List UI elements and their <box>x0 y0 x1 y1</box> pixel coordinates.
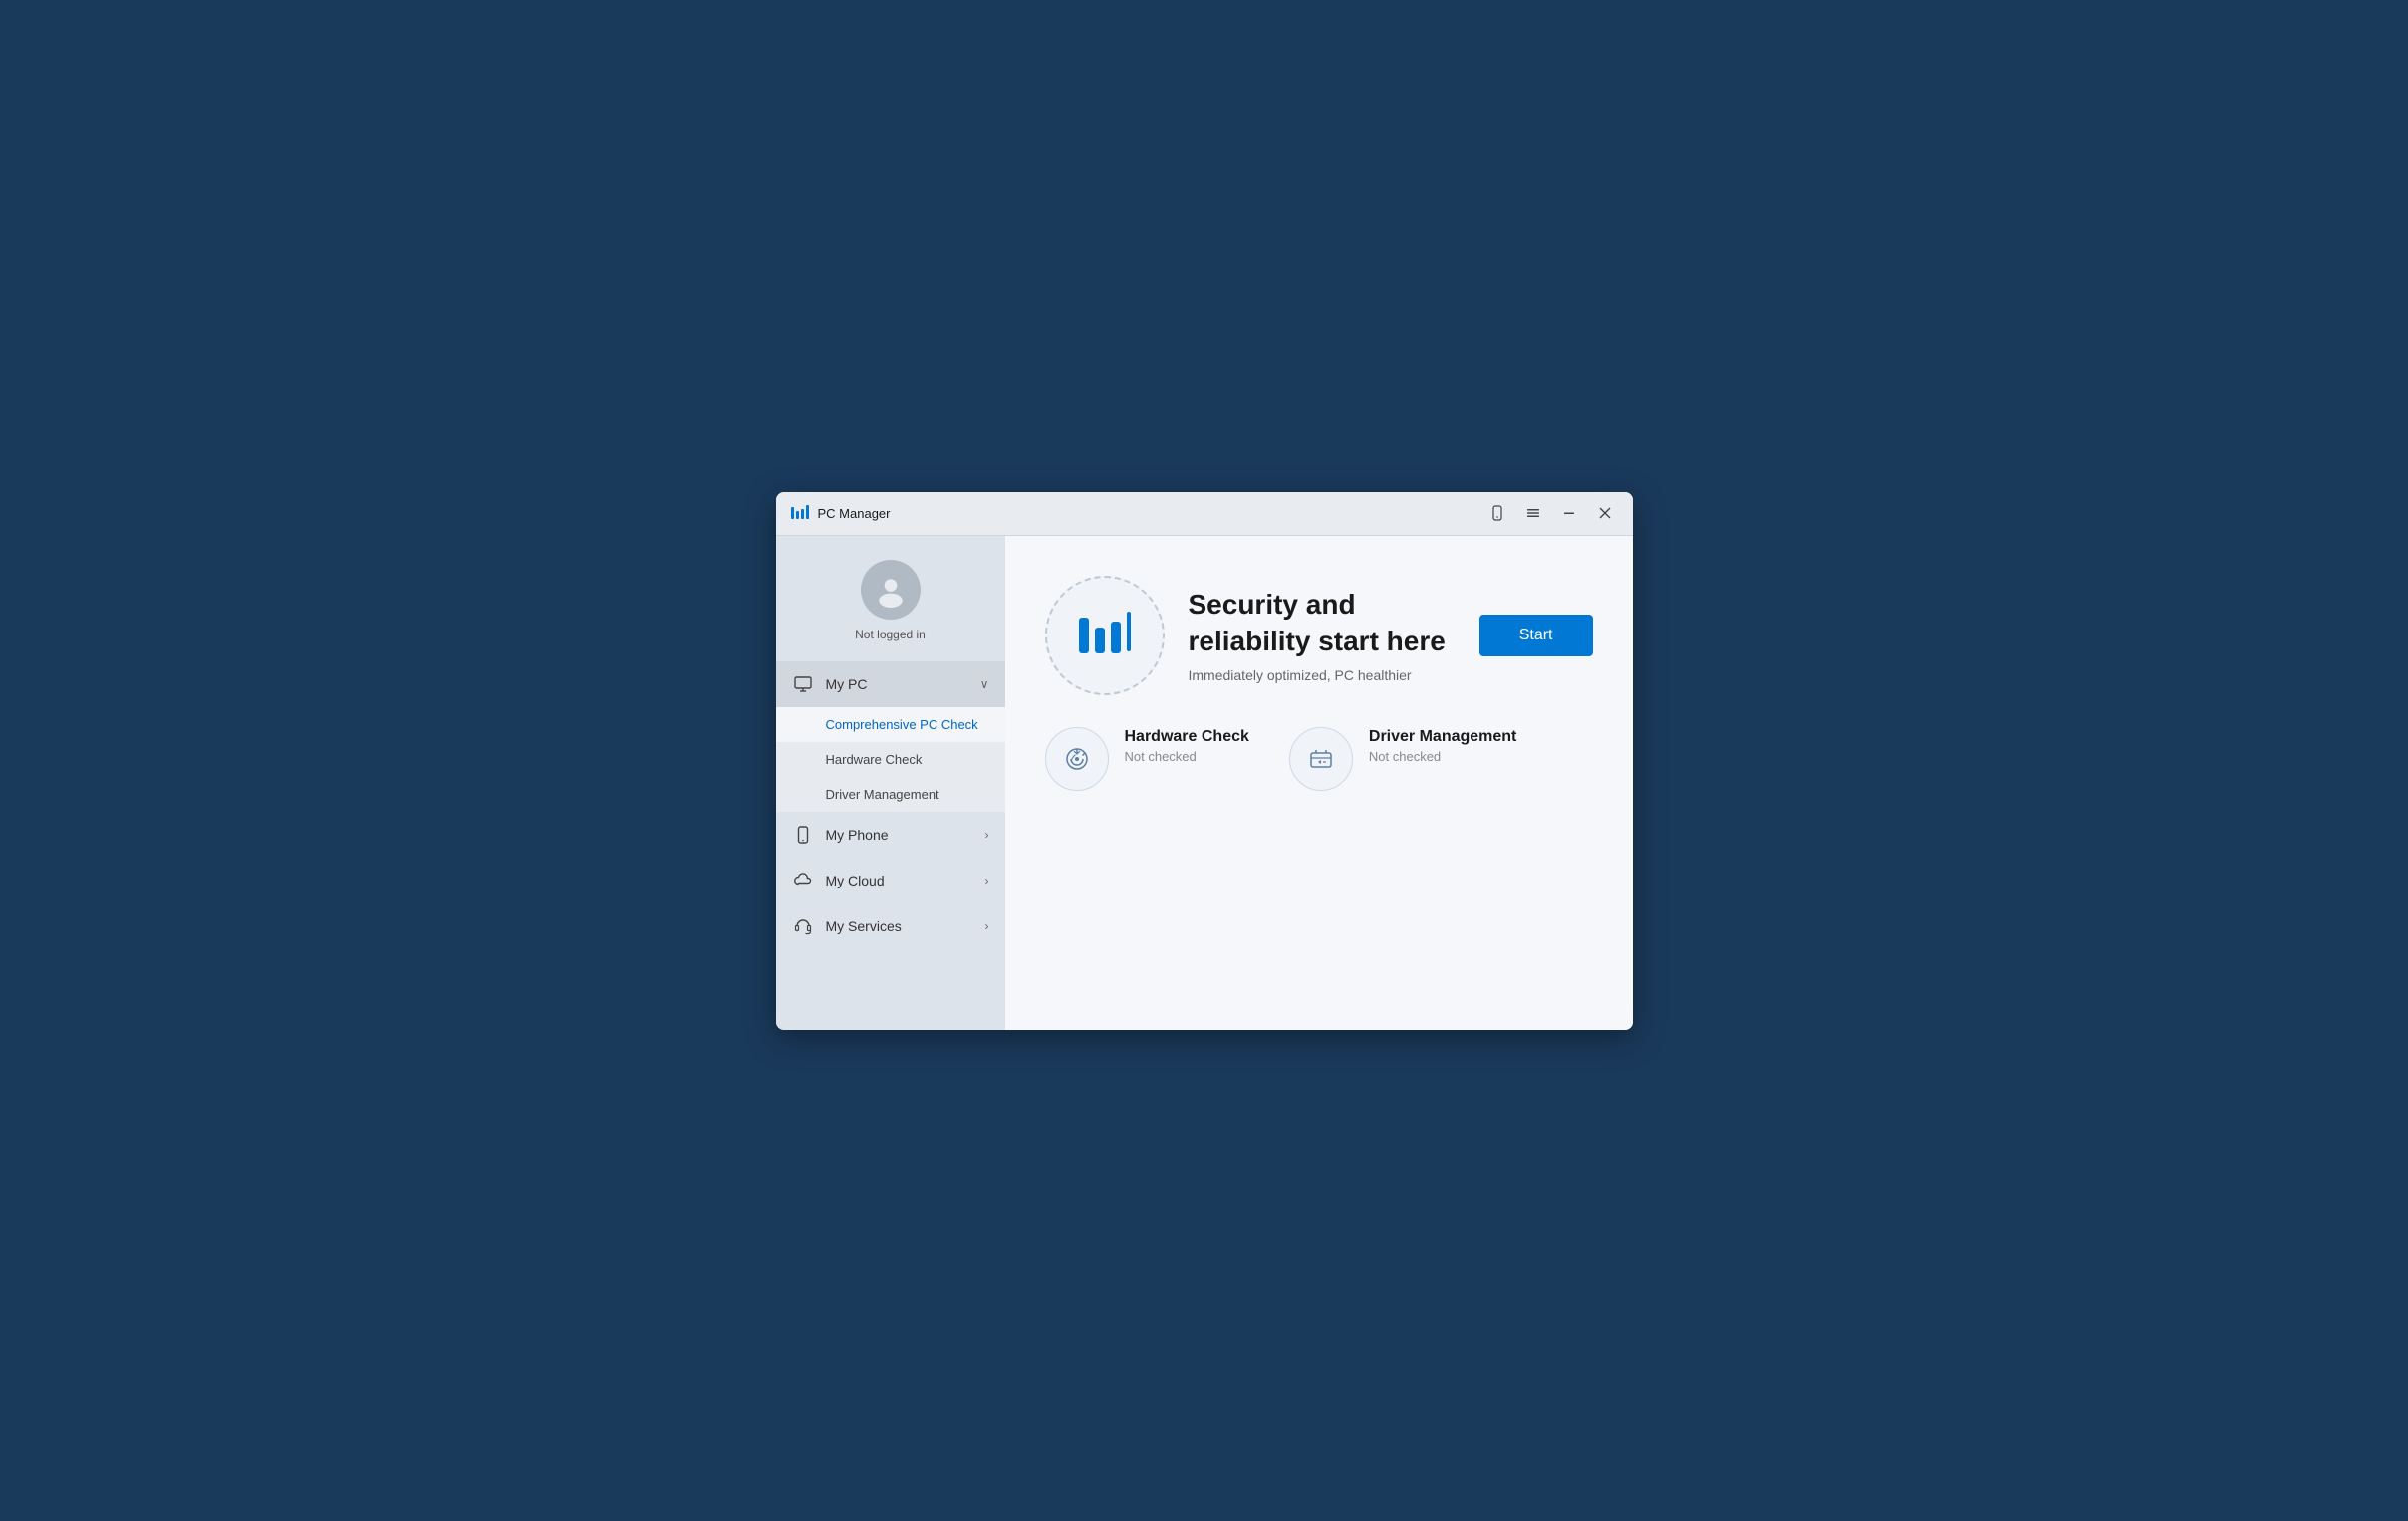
headset-icon <box>792 915 814 937</box>
driver-management-status: Not checked <box>1369 749 1517 764</box>
avatar <box>861 560 921 620</box>
menu-button[interactable] <box>1517 497 1549 529</box>
chevron-down-icon: ∨ <box>980 677 989 691</box>
sidebar-item-my-phone-label: My Phone <box>826 827 973 843</box>
user-status-label: Not logged in <box>855 628 926 641</box>
sidebar-item-comprehensive-pc-check[interactable]: Comprehensive PC Check <box>776 707 1005 742</box>
chevron-right-icon-services: › <box>985 919 989 933</box>
hardware-check-title: Hardware Check <box>1125 727 1249 748</box>
hero-logo-icon <box>1045 576 1165 695</box>
my-pc-subnav: Comprehensive PC Check Hardware Check Dr… <box>776 707 1005 812</box>
content-area: Security and reliability start here Imme… <box>1005 536 1633 1030</box>
main-layout: Not logged in My PC ∨ <box>776 536 1633 1030</box>
cards-section: Hardware Check Not checked <box>1045 727 1593 791</box>
start-button[interactable]: Start <box>1479 615 1593 656</box>
driver-management-card[interactable]: Driver Management Not checked <box>1289 727 1517 791</box>
hardware-check-info: Hardware Check Not checked <box>1125 727 1249 765</box>
monitor-icon <box>792 673 814 695</box>
sidebar: Not logged in My PC ∨ <box>776 536 1005 1030</box>
phone-button[interactable] <box>1481 497 1513 529</box>
driver-management-title: Driver Management <box>1369 727 1517 748</box>
close-button[interactable] <box>1589 497 1621 529</box>
title-bar: PC Manager <box>776 492 1633 536</box>
sidebar-item-my-pc-label: My PC <box>826 676 968 692</box>
driver-management-icon <box>1305 743 1337 775</box>
hero-title: Security and reliability start here <box>1189 587 1456 659</box>
user-section: Not logged in <box>776 552 1005 661</box>
phone-icon <box>792 824 814 846</box>
title-bar-controls <box>1481 497 1621 529</box>
sidebar-item-driver-management[interactable]: Driver Management <box>776 777 1005 812</box>
cloud-icon <box>792 870 814 891</box>
sidebar-item-my-phone[interactable]: My Phone › <box>776 812 1005 858</box>
hero-section: Security and reliability start here Imme… <box>1045 576 1593 695</box>
app-logo-icon <box>788 502 810 524</box>
app-title: PC Manager <box>818 506 891 521</box>
driver-management-info: Driver Management Not checked <box>1369 727 1517 765</box>
minimize-button[interactable] <box>1553 497 1585 529</box>
chevron-right-icon: › <box>985 828 989 842</box>
sidebar-item-my-pc[interactable]: My PC ∨ <box>776 661 1005 707</box>
sidebar-item-hardware-check[interactable]: Hardware Check <box>776 742 1005 777</box>
hero-text: Security and reliability start here Imme… <box>1189 587 1456 683</box>
nav-section: My PC ∨ Comprehensive PC Check Hardware … <box>776 661 1005 1030</box>
sidebar-item-my-cloud-label: My Cloud <box>826 873 973 888</box>
app-window: PC Manager <box>776 492 1633 1030</box>
hardware-check-status: Not checked <box>1125 749 1249 764</box>
sidebar-item-my-cloud[interactable]: My Cloud › <box>776 858 1005 903</box>
chevron-right-icon-cloud: › <box>985 874 989 887</box>
hardware-check-icon <box>1061 743 1093 775</box>
driver-management-icon-wrap <box>1289 727 1353 791</box>
hardware-check-card[interactable]: Hardware Check Not checked <box>1045 727 1249 791</box>
sidebar-item-my-services-label: My Services <box>826 918 973 934</box>
hardware-check-icon-wrap <box>1045 727 1109 791</box>
title-bar-left: PC Manager <box>788 502 1481 524</box>
hero-subtitle: Immediately optimized, PC healthier <box>1189 667 1456 683</box>
sidebar-item-my-services[interactable]: My Services › <box>776 903 1005 949</box>
